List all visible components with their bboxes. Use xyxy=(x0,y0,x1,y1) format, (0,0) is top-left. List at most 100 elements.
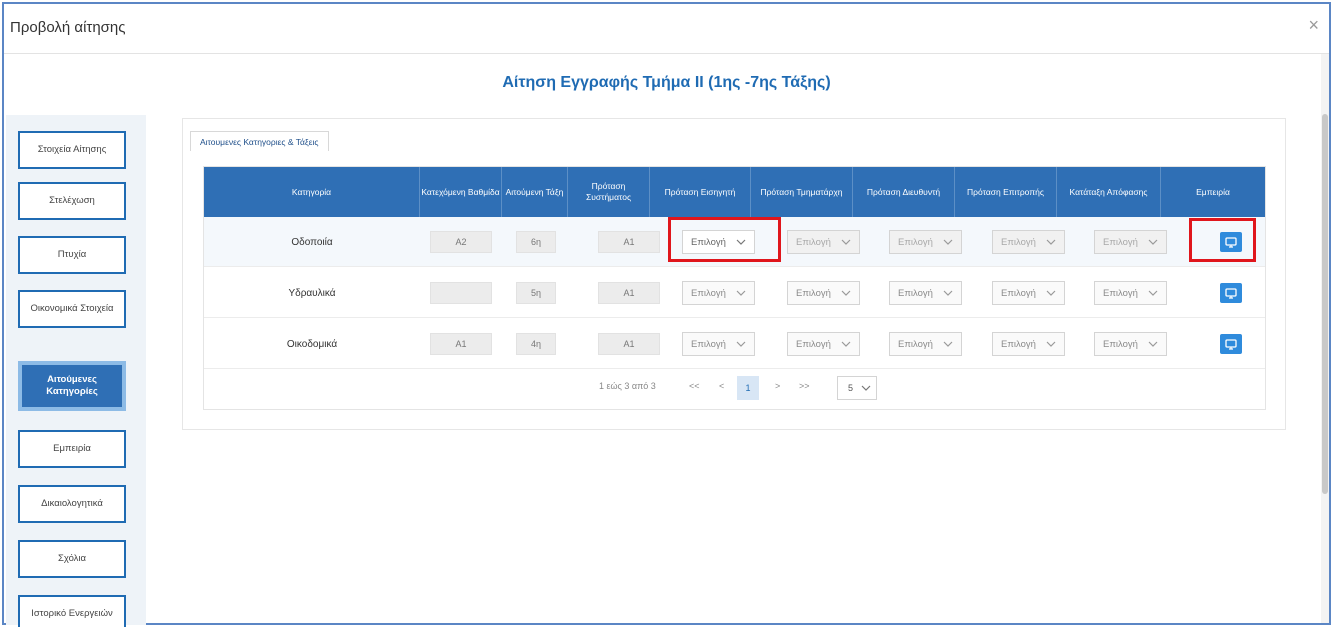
current-page-button[interactable]: 1 xyxy=(737,376,759,400)
table-row: Υδραυλικά 5η Α1 Επιλογή Επιλογή Επιλογή … xyxy=(204,268,1265,318)
last-page-button[interactable]: >> xyxy=(799,381,810,391)
rapporteur-proposal-select[interactable]: Επιλογή xyxy=(682,332,755,356)
decision-ranking-select[interactable]: Επιλογή xyxy=(1094,332,1167,356)
header-section-head-proposal[interactable]: Πρόταση Τμηματάρχη xyxy=(751,167,853,217)
scrollbar-thumb[interactable] xyxy=(1322,114,1328,494)
first-page-button[interactable]: << xyxy=(689,381,700,391)
decision-ranking-select[interactable]: Επιλογή xyxy=(1094,281,1167,305)
pagination: 1 εώς 3 από 3 << < 1 > >> 5 xyxy=(204,373,1265,403)
dialog-header: Προβολή αίτησης × xyxy=(4,4,1329,54)
chevron-down-icon xyxy=(943,239,953,245)
select-value: Επιλογή xyxy=(898,287,933,299)
chevron-down-icon xyxy=(1046,239,1056,245)
sidebar: Στοιχεία Αίτησης Στελέχωση Πτυχία Οικονο… xyxy=(6,115,146,627)
table-header: Κατηγορία Κατεχόμενη Βαθμίδα Αιτούμενη Τ… xyxy=(204,167,1265,217)
experience-button[interactable] xyxy=(1220,283,1242,303)
sidebar-item-financial-data[interactable]: Οικονομικά Στοιχεία xyxy=(18,290,126,328)
select-value: Επιλογή xyxy=(691,338,726,350)
held-grade-value xyxy=(430,282,492,304)
select-value: Επιλογή xyxy=(691,236,726,248)
chevron-down-icon xyxy=(1148,239,1158,245)
table-row: Οδοποιία Α2 6η Α1 Επιλογή Επιλογή Επιλογ… xyxy=(204,217,1265,267)
chevron-down-icon xyxy=(841,239,851,245)
next-page-button[interactable]: > xyxy=(775,381,780,391)
system-proposal-value: Α1 xyxy=(598,282,660,304)
chevron-down-icon xyxy=(841,341,851,347)
select-value: Επιλογή xyxy=(1103,287,1138,299)
pagination-summary: 1 εώς 3 από 3 xyxy=(599,381,656,391)
monitor-icon xyxy=(1225,287,1237,299)
section-tab[interactable]: Αιτουμενες Κατηγοριες & Τάξεις xyxy=(190,131,329,151)
select-value: Επιλογή xyxy=(898,338,933,350)
select-value: Επιλογή xyxy=(796,338,831,350)
header-committee-proposal[interactable]: Πρόταση Επιτροπής xyxy=(955,167,1057,217)
director-proposal-select[interactable]: Επιλογή xyxy=(889,281,962,305)
rapporteur-proposal-select[interactable]: Επιλογή xyxy=(682,281,755,305)
chevron-down-icon xyxy=(1148,290,1158,296)
experience-button[interactable] xyxy=(1220,334,1242,354)
select-value: Επιλογή xyxy=(796,287,831,299)
monitor-icon xyxy=(1225,236,1237,248)
header-rapporteur-proposal[interactable]: Πρόταση Εισηγητή xyxy=(650,167,751,217)
sidebar-item-history[interactable]: Ιστορικό Ενεργειών xyxy=(18,595,126,627)
chevron-down-icon xyxy=(861,385,871,391)
category-cell: Οδοποιία xyxy=(291,236,333,248)
page-size-value: 5 xyxy=(848,383,854,393)
chevron-down-icon xyxy=(736,341,746,347)
chevron-down-icon xyxy=(1046,290,1056,296)
select-value: Επιλογή xyxy=(1103,338,1138,350)
sidebar-item-documents[interactable]: Δικαιολογητικά xyxy=(18,485,126,523)
select-value: Επιλογή xyxy=(1103,236,1138,248)
chevron-down-icon xyxy=(1046,341,1056,347)
header-requested-class[interactable]: Αιτούμενη Τάξη xyxy=(502,167,568,217)
close-icon[interactable]: × xyxy=(1308,16,1319,34)
header-system-proposal[interactable]: Πρόταση Συστήματος xyxy=(568,167,650,217)
committee-proposal-select[interactable]: Επιλογή xyxy=(992,281,1065,305)
director-proposal-select[interactable]: Επιλογή xyxy=(889,332,962,356)
held-grade-value: Α2 xyxy=(430,231,492,253)
chevron-down-icon xyxy=(736,290,746,296)
section-head-proposal-select[interactable]: Επιλογή xyxy=(787,332,860,356)
section-head-proposal-select[interactable]: Επιλογή xyxy=(787,281,860,305)
prev-page-button[interactable]: < xyxy=(719,381,724,391)
sidebar-item-application-details[interactable]: Στοιχεία Αίτησης xyxy=(18,131,126,169)
decision-ranking-select: Επιλογή xyxy=(1094,230,1167,254)
monitor-icon xyxy=(1225,338,1237,350)
committee-proposal-select[interactable]: Επιλογή xyxy=(992,332,1065,356)
select-value: Επιλογή xyxy=(898,236,933,248)
page-size-select[interactable]: 5 xyxy=(837,376,877,400)
header-category[interactable]: Κατηγορία xyxy=(204,167,420,217)
header-director-proposal[interactable]: Πρόταση Διευθυντή xyxy=(853,167,955,217)
select-value: Επιλογή xyxy=(1001,236,1036,248)
experience-button[interactable] xyxy=(1220,232,1242,252)
chevron-down-icon xyxy=(1148,341,1158,347)
committee-proposal-select: Επιλογή xyxy=(992,230,1065,254)
rapporteur-proposal-select[interactable]: Επιλογή xyxy=(682,230,755,254)
sidebar-item-experience[interactable]: Εμπειρία xyxy=(18,430,126,468)
sidebar-item-degrees[interactable]: Πτυχία xyxy=(18,236,126,274)
requested-class-value: 5η xyxy=(516,282,556,304)
requested-class-value: 6η xyxy=(516,231,556,253)
sidebar-item-staffing[interactable]: Στελέχωση xyxy=(18,182,126,220)
header-decision-ranking[interactable]: Κατάταξη Απόφασης xyxy=(1057,167,1161,217)
select-value: Επιλογή xyxy=(1001,338,1036,350)
category-cell: Οικοδομικά xyxy=(286,338,338,350)
held-grade-value: Α1 xyxy=(430,333,492,355)
sidebar-item-requested-categories[interactable]: Αιτούμενες Κατηγορίες xyxy=(18,361,126,411)
categories-grid: Κατηγορία Κατεχόμενη Βαθμίδα Αιτούμενη Τ… xyxy=(203,166,1266,410)
requested-class-value: 4η xyxy=(516,333,556,355)
select-value: Επιλογή xyxy=(1001,287,1036,299)
chevron-down-icon xyxy=(736,239,746,245)
dialog-title: Προβολή αίτησης xyxy=(10,19,126,36)
table-row: Οικοδομικά Α1 4η Α1 Επιλογή Επιλογή Επιλ… xyxy=(204,319,1265,369)
chevron-down-icon xyxy=(943,341,953,347)
section-head-proposal-select: Επιλογή xyxy=(787,230,860,254)
sidebar-item-comments[interactable]: Σχόλια xyxy=(18,540,126,578)
system-proposal-value: Α1 xyxy=(598,231,660,253)
scrollbar[interactable] xyxy=(1321,54,1329,623)
select-value: Επιλογή xyxy=(691,287,726,299)
header-experience[interactable]: Εμπειρία xyxy=(1161,167,1265,217)
page-title: Αίτηση Εγγραφής Τμήμα ΙΙ (1ης -7ης Τάξης… xyxy=(502,74,831,91)
chevron-down-icon xyxy=(841,290,851,296)
header-held-grade[interactable]: Κατεχόμενη Βαθμίδα xyxy=(420,167,502,217)
